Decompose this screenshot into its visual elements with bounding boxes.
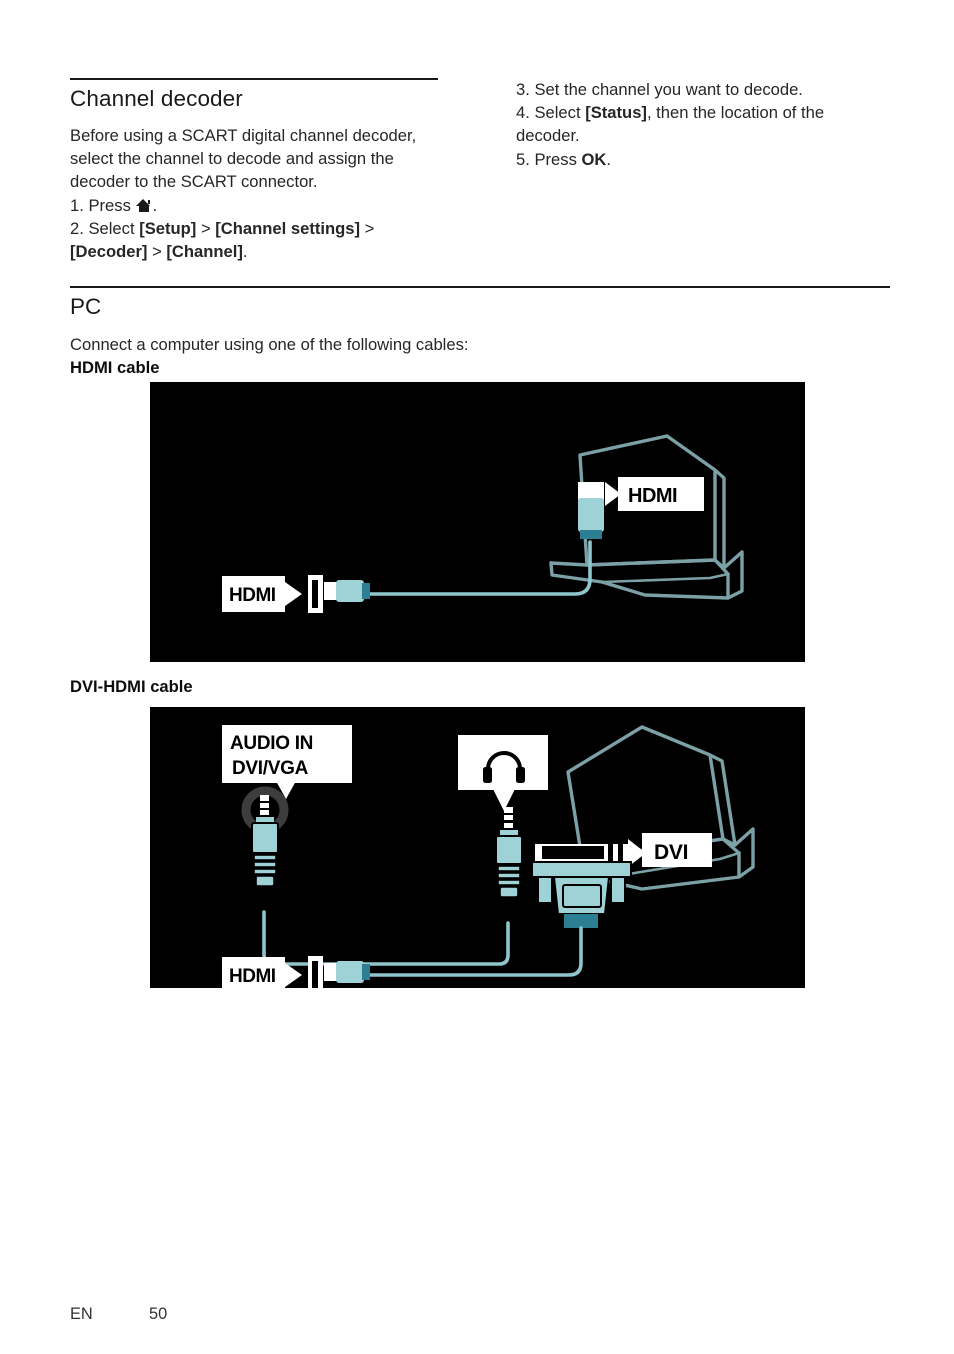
laptop-hdmi-callout: HDMI <box>605 477 704 511</box>
step-4-prefix: 4. Select <box>516 103 586 123</box>
dvi-callout: DVI <box>628 833 712 867</box>
step-5-prefix: 5. Press <box>516 149 582 169</box>
step-2-separator-2: > <box>360 218 375 238</box>
audio-cable-path <box>262 910 510 966</box>
hdmi-connector-plug-laptop <box>578 482 604 539</box>
figure-2-caption-rest: cable <box>145 677 193 696</box>
menu-item-setup: [Setup] <box>139 218 197 238</box>
dvi-port <box>535 844 628 861</box>
figure-2-caption-bold: DVI-HDMI <box>70 677 146 696</box>
hdmi-connector-plug-tv <box>324 580 370 602</box>
dvi-hdmi-cable-path <box>343 926 583 977</box>
tv-hdmi-callout-label: HDMI <box>229 966 276 987</box>
home-icon <box>136 198 151 212</box>
menu-item-channel: [Channel] <box>166 242 243 262</box>
menu-item-channel-settings: [Channel settings] <box>215 218 361 238</box>
channel-decoder-steps-continued: 3. Set the channel you want to decode. 4… <box>516 78 890 171</box>
tv-hdmi-port: HDMI <box>222 956 323 988</box>
dvi-diagram-svg: AUDIO IN DVI/VGA DVI HDMI <box>222 725 755 988</box>
step-1: 1. Press . <box>70 194 440 217</box>
footer-page-number: 50 <box>149 1305 168 1323</box>
laptop-audio-jack-plug <box>495 807 523 898</box>
menu-item-status: [Status] <box>585 103 647 123</box>
button-ok: OK <box>581 149 607 169</box>
page-footer: EN 50 <box>70 1305 167 1324</box>
page-title: Channel decoder <box>70 86 243 111</box>
dvi-callout-label: DVI <box>654 841 688 864</box>
column-right: 3. Set the channel you want to decode. 4… <box>516 78 890 171</box>
audio-in-callout-line2: DVI/VGA <box>232 758 309 779</box>
dvi-connector-plug <box>531 861 632 928</box>
step-2-prefix: 2. Select <box>70 218 140 238</box>
dvi-hdmi-cable-diagram: AUDIO IN DVI/VGA DVI HDMI <box>150 707 805 988</box>
pc-section-intro: Connect a computer using one of the foll… <box>70 335 469 354</box>
step-2-separator-1: > <box>196 218 216 238</box>
headphone-callout <box>458 735 548 811</box>
channel-decoder-intro: Before using a SCART digital channel dec… <box>70 126 417 192</box>
hdmi-connector-plug-tv <box>324 961 370 983</box>
step-4: 4. Select [Status], then the location of… <box>516 101 890 147</box>
pc-section-title: PC <box>70 294 102 319</box>
step-2-suffix: . <box>242 242 248 262</box>
pc-section-divider-rule <box>70 286 890 288</box>
figure-1-caption: HDMI cable <box>70 358 160 377</box>
audio-in-callout-line1: AUDIO IN <box>230 733 313 754</box>
step-5: 5. Press OK. <box>516 148 890 171</box>
menu-item-decoder: [Decoder] <box>70 242 148 262</box>
document-page: Channel decoder Before using a SCART dig… <box>0 0 954 1354</box>
figure-2-caption: DVI-HDMI cable <box>70 676 193 697</box>
step-1-suffix: . <box>152 195 158 215</box>
column-left: Channel decoder Before using a SCART dig… <box>70 78 440 263</box>
laptop-hdmi-callout-label: HDMI <box>628 485 677 507</box>
pc-section: PC Connect a computer using one of the f… <box>70 286 890 378</box>
channel-decoder-steps: 1. Press . 2. Select [Setup] > [Channel … <box>70 194 440 264</box>
audio-in-callout: AUDIO IN DVI/VGA <box>222 725 352 799</box>
step-2-separator-3: > <box>147 242 167 262</box>
footer-language-code: EN <box>70 1305 93 1323</box>
tv-hdmi-callout-label: HDMI <box>229 585 276 606</box>
hdmi-cable-diagram: HDMI HDMI <box>150 382 805 662</box>
step-5-suffix: . <box>606 149 611 169</box>
step-1-prefix: 1. Press <box>70 195 136 215</box>
section-divider-rule <box>70 78 438 80</box>
hdmi-diagram-svg: HDMI HDMI <box>222 434 744 613</box>
step-2: 2. Select [Setup] > [Channel settings] >… <box>70 217 440 263</box>
step-3: 3. Set the channel you want to decode. <box>516 80 803 99</box>
tv-hdmi-port: HDMI <box>222 575 323 613</box>
hdmi-cable-path <box>343 540 592 596</box>
